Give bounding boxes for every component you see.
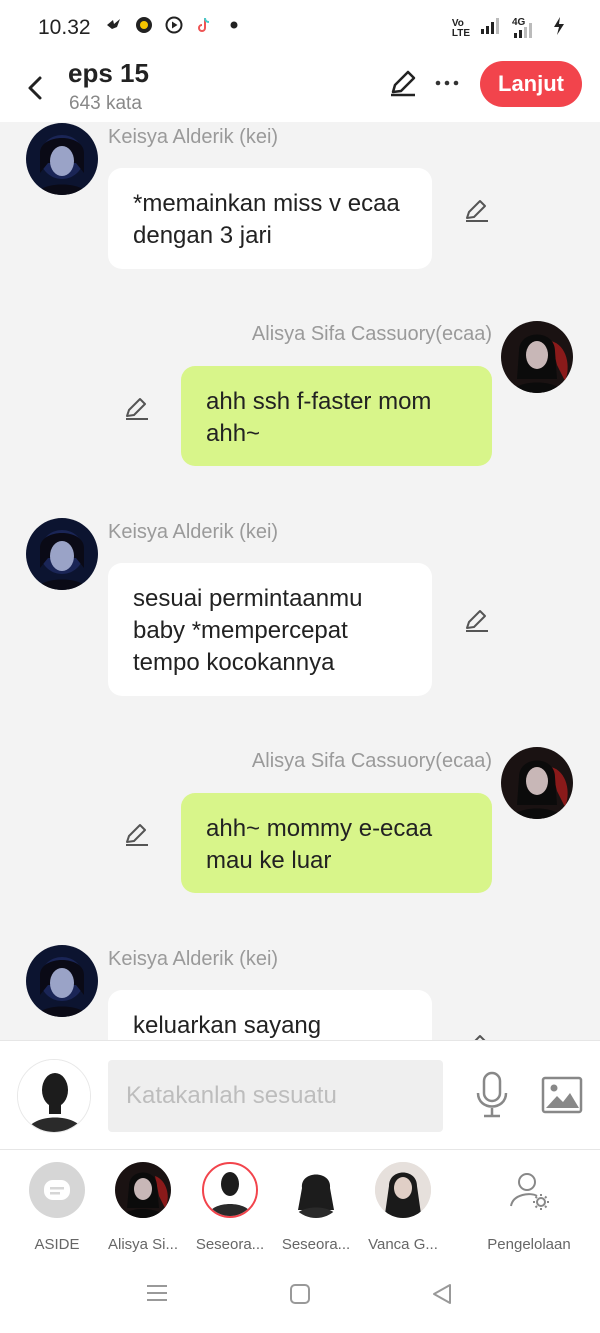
signal-4g-icon: 4G <box>512 17 542 39</box>
avatar-keisya[interactable] <box>26 123 98 195</box>
system-nav-bar <box>0 1255 600 1333</box>
character-seseorang[interactable]: Seseora... <box>271 1162 361 1253</box>
avatar-keisya[interactable] <box>26 518 98 590</box>
sender-name: Alisya Sifa Cassuory(ecaa) <box>251 323 492 345</box>
editor-header: eps 15 643 kata Lanjut <box>0 58 600 122</box>
message-input-bar <box>0 1040 600 1150</box>
character-label: Seseora... <box>281 1236 351 1253</box>
edit-message-icon[interactable] <box>463 1032 491 1040</box>
play-icon <box>164 15 184 35</box>
character-label: Alisya Si... <box>107 1236 179 1253</box>
edit-message-icon[interactable] <box>463 607 491 635</box>
back-nav-icon[interactable] <box>431 1283 453 1310</box>
character-label: Pengelolaan <box>487 1236 571 1253</box>
system-icons: Vo LTE 4G <box>452 16 566 41</box>
user-settings-icon <box>501 1162 557 1218</box>
avatar-keisya[interactable] <box>26 945 98 1017</box>
edit-message-icon[interactable] <box>123 395 151 423</box>
chat-area[interactable]: Keisya Alderik (kei) *memainkan miss v e… <box>0 122 600 1040</box>
image-icon[interactable] <box>541 1076 583 1114</box>
back-button[interactable] <box>22 66 52 106</box>
edit-message-icon[interactable] <box>463 197 491 225</box>
avatar-seseorang-selected <box>202 1162 258 1218</box>
message-bubble[interactable]: keluarkan sayang <box>108 990 432 1040</box>
sender-name: Keisya Alderik (kei) <box>108 521 279 543</box>
message-bubble[interactable]: *memainkan miss v ecaa dengan 3 jari <box>108 168 432 269</box>
message-bubble[interactable]: ahh ssh f-faster mom ahh~ <box>181 366 492 466</box>
status-bar: 10.32 Vo LTE 4G <box>0 0 600 58</box>
message-bubble[interactable]: ahh~ mommy e-ecaa mau ke luar <box>181 793 492 893</box>
edit-pencil-icon[interactable] <box>388 68 418 98</box>
charging-icon <box>552 16 566 41</box>
menu-nav-icon[interactable] <box>146 1283 168 1308</box>
avatar-alisya <box>115 1162 171 1218</box>
next-button[interactable]: Lanjut <box>480 61 582 107</box>
message-input[interactable] <box>108 1060 443 1132</box>
bird-icon <box>104 15 124 35</box>
dot-icon <box>224 15 244 35</box>
tiktok-icon <box>194 15 214 35</box>
sender-name: Alisya Sifa Cassuory(ecaa) <box>251 750 492 772</box>
manage-characters[interactable]: Pengelolaan <box>474 1162 584 1253</box>
avatar-alisya[interactable] <box>501 321 573 393</box>
signal-icon <box>480 17 502 40</box>
home-nav-icon[interactable] <box>289 1283 311 1310</box>
character-label: Seseora... <box>195 1236 265 1253</box>
status-time: 10.32 <box>38 16 91 39</box>
sender-name: Keisya Alderik (kei) <box>108 126 279 148</box>
character-selector: ASIDE Alisya Si... Seseora... Seseora...… <box>0 1150 600 1255</box>
character-seseorang-selected[interactable]: Seseora... <box>185 1162 275 1253</box>
music-app-icon <box>134 15 154 35</box>
character-vanca[interactable]: Vanca G... <box>358 1162 448 1253</box>
avatar-alisya[interactable] <box>501 747 573 819</box>
aside-icon <box>29 1162 85 1218</box>
avatar-seseorang <box>288 1162 344 1218</box>
notification-icons <box>104 15 244 35</box>
character-aside[interactable]: ASIDE <box>12 1162 102 1253</box>
microphone-icon[interactable] <box>474 1071 510 1119</box>
message-bubble[interactable]: sesuai permintaanmu baby *mempercepat te… <box>108 563 432 696</box>
word-count: 643 kata <box>69 93 142 114</box>
current-speaker-avatar[interactable] <box>17 1059 91 1133</box>
character-alisya[interactable]: Alisya Si... <box>98 1162 188 1253</box>
edit-message-icon[interactable] <box>123 821 151 849</box>
more-options-icon[interactable] <box>434 68 460 98</box>
volte-icon: Vo LTE <box>451 17 470 39</box>
episode-title: eps 15 <box>68 58 149 88</box>
avatar-vanca <box>375 1162 431 1218</box>
character-label: ASIDE <box>34 1236 80 1253</box>
character-label: Vanca G... <box>368 1236 438 1253</box>
sender-name: Keisya Alderik (kei) <box>108 948 279 970</box>
